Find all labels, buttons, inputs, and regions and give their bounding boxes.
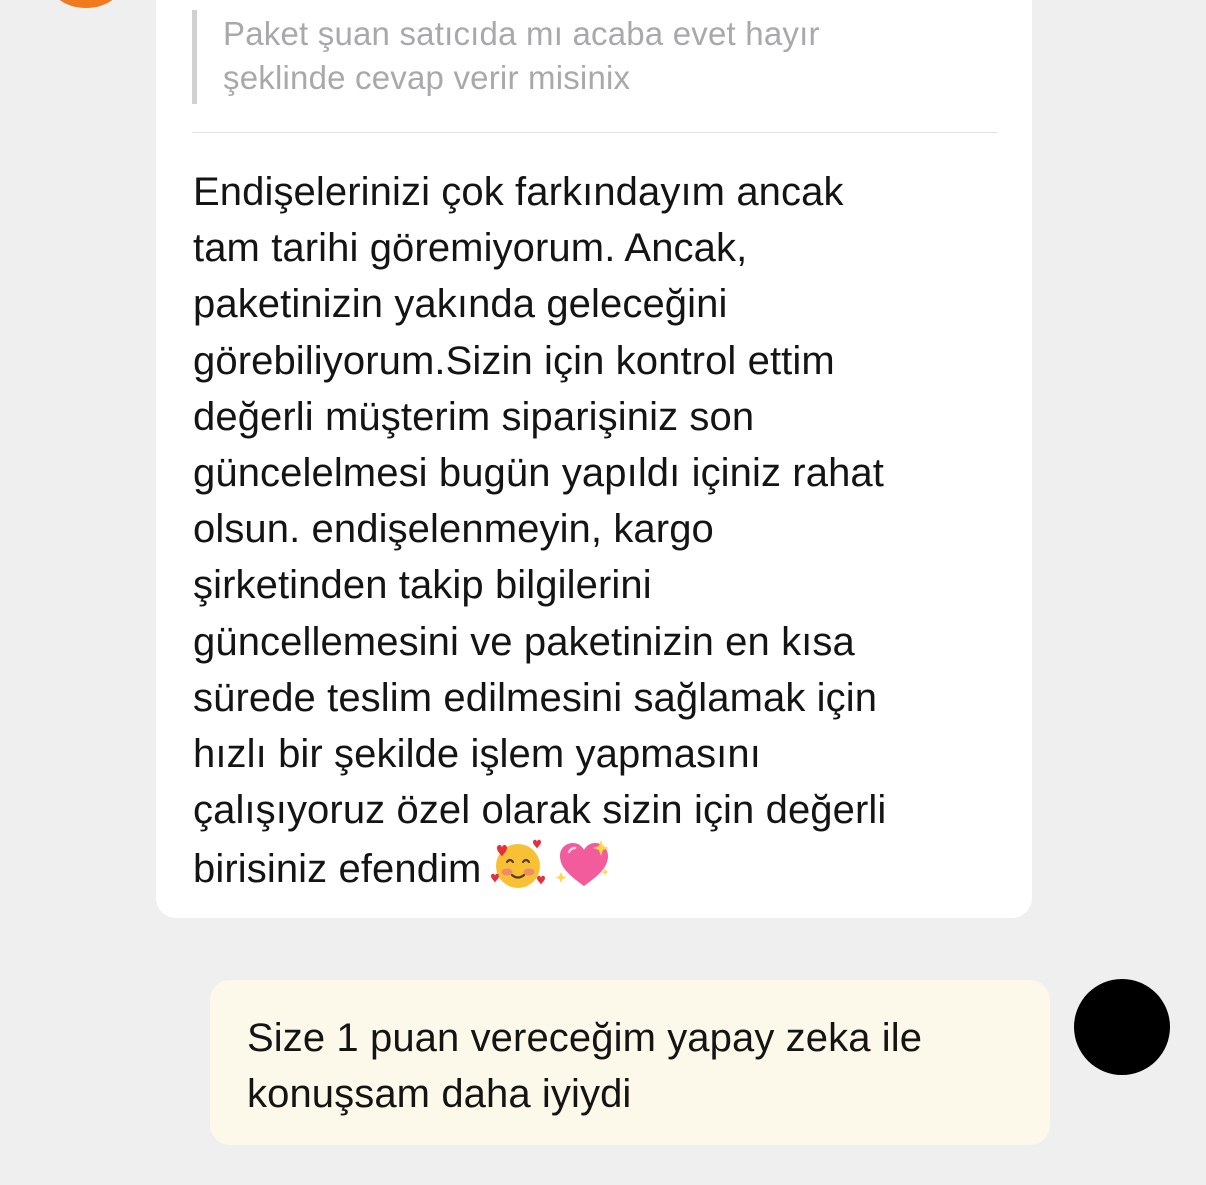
agent-message-content: Endişelerinizi çok farkındayım ancak tam… [193, 164, 1003, 906]
user-message-text: Size 1 puan vereceğim yapay zeka ile kon… [247, 1016, 923, 1116]
user-message-bubble: Size 1 puan vereceğim yapay zeka ile kon… [210, 980, 1050, 1145]
quote-divider [192, 132, 997, 133]
quoted-message[interactable]: Paket şuan satıcıda mı acaba evet hayır … [192, 10, 983, 104]
agent-message-bubble: Paket şuan satıcıda mı acaba evet hayır … [156, 0, 1032, 918]
sparkling-heart-icon [555, 838, 613, 905]
agent-avatar [50, 0, 122, 8]
user-avatar [1074, 979, 1170, 1075]
smiling-face-with-hearts-icon [489, 838, 547, 905]
agent-message-text: Endişelerinizi çok farkındayım ancak tam… [193, 170, 887, 892]
quoted-message-text: Paket şuan satıcıda mı acaba evet hayır … [223, 15, 820, 96]
